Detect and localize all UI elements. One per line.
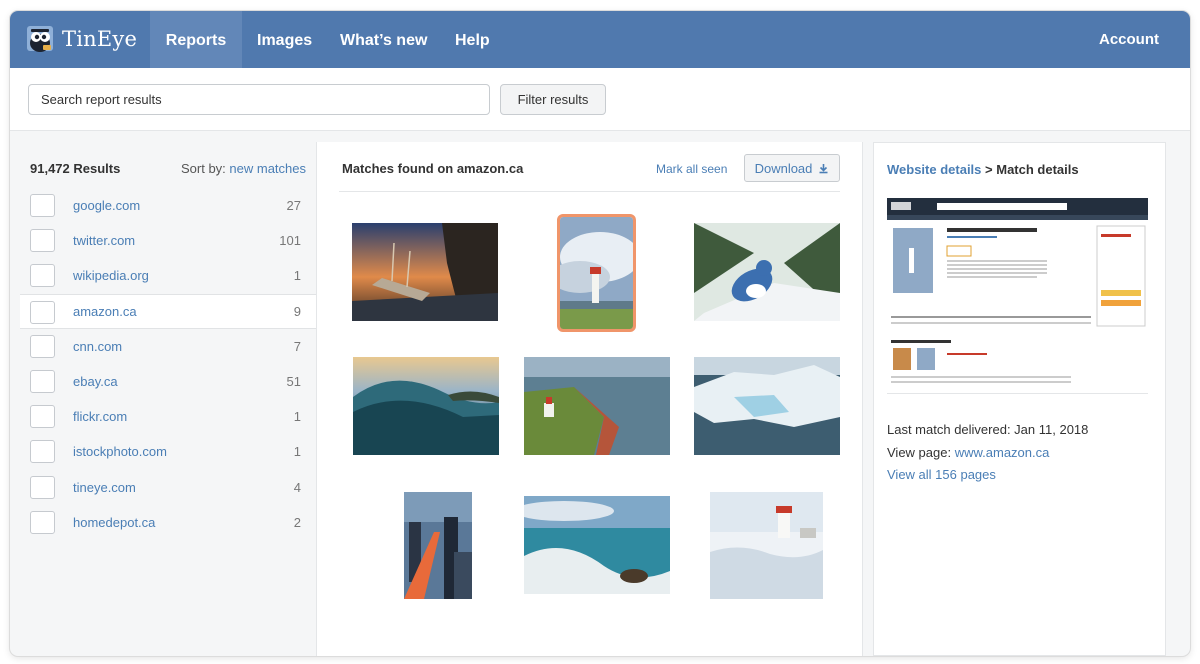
matches-title: Matches found on amazon.ca	[342, 161, 524, 176]
site-count: 9	[293, 303, 301, 319]
search-input[interactable]	[28, 84, 490, 115]
site-row-twitter[interactable]: twitter.com 101	[10, 223, 316, 258]
site-name[interactable]: cnn.com	[73, 339, 122, 354]
site-count: 101	[279, 233, 301, 249]
site-count: 27	[286, 198, 301, 214]
breadcrumb-website-details[interactable]: Website details	[887, 162, 981, 177]
mark-all-seen-link[interactable]: Mark all seen	[656, 162, 727, 176]
last-match-delivered: Last match delivered: Jan 11, 2018	[887, 422, 1089, 437]
tineye-mascot-icon	[27, 26, 53, 52]
view-page-line: View page: www.amazon.ca	[887, 445, 1049, 460]
match-details-panel: Website details > Match details Last mat…	[873, 142, 1166, 656]
site-count: 1	[293, 409, 301, 425]
brand-logo[interactable]: TinEye	[26, 22, 137, 56]
view-all-pages-line: View all 156 pages	[887, 467, 996, 482]
download-icon	[819, 163, 828, 173]
site-checkbox[interactable]	[30, 229, 55, 253]
blue-jay-image	[694, 223, 840, 321]
site-name[interactable]: wikipedia.org	[73, 268, 149, 283]
divider	[339, 191, 840, 192]
waves-rocks-image	[524, 496, 670, 594]
brand-name: TinEye	[62, 27, 138, 51]
nav-reports[interactable]: Reports	[150, 11, 242, 68]
nav-images[interactable]: Images	[238, 11, 331, 68]
match-thumbnail-blue-jay[interactable]	[694, 223, 840, 321]
account-link[interactable]: Account	[1099, 11, 1159, 68]
site-checkbox[interactable]	[30, 510, 55, 534]
sort-value-link[interactable]: new matches	[229, 161, 306, 176]
site-row-wikipedia[interactable]: wikipedia.org 1	[10, 258, 316, 293]
view-all-pages-link[interactable]: View all 156 pages	[887, 467, 996, 482]
site-checkbox[interactable]	[30, 475, 55, 499]
site-list: google.com 27 twitter.com 101 wikipedia.…	[10, 188, 316, 540]
match-thumbnail-red-cliffs-lighthouse[interactable]	[524, 357, 670, 455]
city-night-image	[404, 492, 472, 599]
site-checkbox[interactable]	[30, 440, 55, 464]
site-count: 51	[286, 374, 301, 390]
amazon-page-screenshot	[887, 198, 1148, 393]
nav-whats-new[interactable]: What’s new	[321, 11, 446, 68]
breadcrumb-separator: >	[981, 162, 997, 177]
lighthouse-image	[560, 217, 633, 329]
site-row-ebay[interactable]: ebay.ca 51	[10, 364, 316, 399]
site-row-google[interactable]: google.com 27	[10, 188, 316, 223]
breadcrumb-current: Match details	[996, 162, 1079, 177]
view-page-prefix: View page:	[887, 445, 955, 460]
top-nav: TinEye Reports Images What’s new Help Ac…	[10, 11, 1190, 68]
snowy-lighthouse-image	[710, 492, 823, 599]
site-count: 4	[293, 479, 301, 495]
site-checkbox[interactable]	[30, 194, 55, 217]
match-thumbnail-city-night[interactable]	[404, 492, 472, 599]
site-name[interactable]: amazon.ca	[73, 304, 137, 319]
site-count: 2	[293, 514, 301, 530]
site-row-amazon[interactable]: amazon.ca 9	[20, 293, 316, 329]
site-row-istockphoto[interactable]: istockphoto.com 1	[10, 434, 316, 469]
match-thumbnail-waves-rocks[interactable]	[524, 496, 670, 594]
view-page-link[interactable]: www.amazon.ca	[955, 445, 1050, 460]
sort-prefix: Sort by:	[180, 161, 226, 176]
site-row-homedepot[interactable]: homedepot.ca 2	[10, 505, 316, 540]
site-name[interactable]: google.com	[73, 198, 140, 213]
site-row-flickr[interactable]: flickr.com 1	[10, 399, 316, 434]
site-count: 1	[293, 444, 301, 460]
match-thumbnail-iceberg[interactable]	[694, 357, 840, 455]
breadcrumb: Website details > Match details	[887, 162, 1079, 177]
site-count: 1	[293, 268, 301, 284]
results-count: 91,472 Results	[30, 161, 121, 176]
site-count: 7	[293, 338, 301, 354]
site-name[interactable]: tineye.com	[73, 480, 136, 495]
search-bar: Filter results	[10, 68, 1190, 131]
page-preview[interactable]	[887, 198, 1148, 394]
download-button[interactable]: Download	[744, 154, 840, 182]
site-checkbox[interactable]	[30, 334, 55, 358]
matches-panel: Matches found on amazon.ca Mark all seen…	[316, 142, 863, 656]
download-label: Download	[754, 160, 813, 176]
site-name[interactable]: twitter.com	[73, 233, 135, 248]
ocean-wave-image	[353, 357, 499, 455]
site-name[interactable]: istockphoto.com	[73, 444, 167, 459]
site-name[interactable]: homedepot.ca	[73, 515, 155, 530]
match-thumbnail-lighthouse-selected[interactable]	[557, 214, 636, 332]
site-row-cnn[interactable]: cnn.com 7	[10, 329, 316, 364]
iceberg-image	[694, 357, 840, 455]
site-checkbox[interactable]	[30, 369, 55, 393]
filter-results-button[interactable]: Filter results	[500, 84, 606, 115]
results-sidebar: 91,472 Results Sort by: new matches goog…	[10, 142, 316, 656]
match-thumbnail-shipwreck[interactable]	[352, 223, 498, 321]
shipwreck-image	[352, 223, 498, 321]
red-cliffs-image	[524, 357, 670, 455]
nav-help[interactable]: Help	[436, 11, 509, 68]
site-checkbox[interactable]	[30, 405, 55, 429]
site-checkbox[interactable]	[30, 300, 55, 324]
site-name[interactable]: flickr.com	[73, 409, 127, 424]
site-name[interactable]: ebay.ca	[73, 374, 118, 389]
match-thumbnail-ocean-wave[interactable]	[353, 357, 499, 455]
match-thumbnail-snowy-lighthouse[interactable]	[710, 492, 823, 599]
site-row-tineye[interactable]: tineye.com 4	[10, 470, 316, 505]
site-checkbox[interactable]	[30, 264, 55, 288]
sort-control: Sort by: new matches	[181, 161, 306, 176]
app-window: TinEye Reports Images What’s new Help Ac…	[10, 11, 1190, 656]
